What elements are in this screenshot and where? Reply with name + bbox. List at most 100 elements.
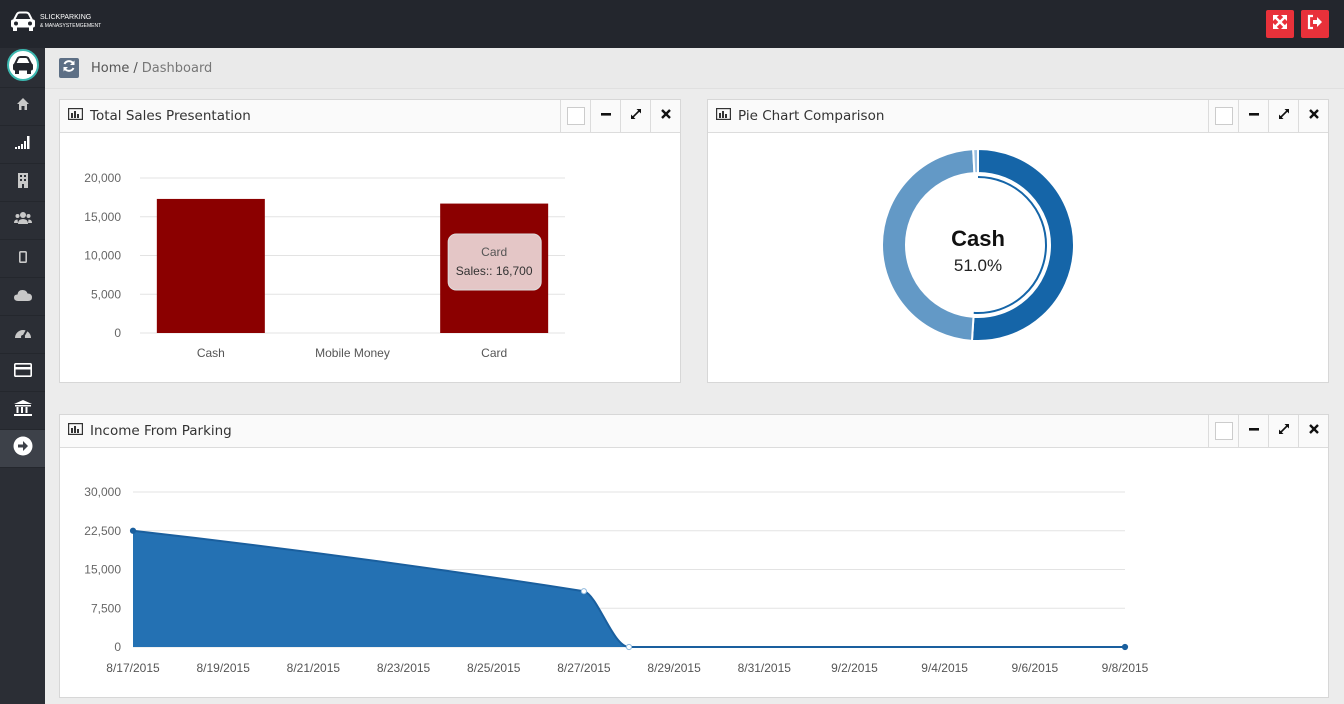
sidebar-item-cloud[interactable]: [0, 278, 45, 316]
sidebar-item-bank[interactable]: [0, 392, 45, 430]
panel-minimize-button[interactable]: [1238, 415, 1268, 447]
sales-bar-chart: 0 5,000 10,000 15,000 20,000 Cash Mobile Money…: [84, 171, 565, 360]
y-tick-label: 15,000: [84, 563, 121, 577]
x-tick-label: Mobile Money: [315, 346, 390, 360]
refresh-icon: [62, 59, 76, 78]
x-tick-label: 8/25/2015: [467, 661, 521, 675]
panel-expand-button[interactable]: [1268, 100, 1298, 132]
x-tick-label: 8/31/2015: [738, 661, 792, 675]
y-tick-label: 0: [114, 326, 121, 340]
sidebar-item-users[interactable]: [0, 202, 45, 240]
home-icon: [16, 97, 30, 116]
logout-icon: [1307, 14, 1323, 35]
sidebar: [0, 48, 45, 704]
app-subtitle: & MANASYSTEMGEMENT: [40, 23, 102, 29]
color-swatch: [566, 107, 585, 125]
app-logo[interactable]: SLICKPARKING & MANASYSTEMGEMENT: [10, 11, 101, 33]
pie-center-label: Cash: [951, 226, 1005, 251]
y-tick-label: 22,500: [84, 524, 121, 538]
x-tick-label: 8/17/2015: [106, 661, 160, 675]
panel-close-button[interactable]: [650, 100, 680, 132]
x-tick-label: Cash: [197, 346, 225, 360]
panel-minimize-button[interactable]: [590, 100, 620, 132]
car-logo-icon: [10, 11, 36, 33]
top-bar: SLICKPARKING & MANASYSTEMGEMENT: [0, 0, 1344, 48]
breadcrumb: Home / Dashboard: [91, 61, 212, 76]
panel-title: Pie Chart Comparison: [738, 108, 885, 124]
breadcrumb-separator: /: [133, 61, 138, 76]
x-tick-label: 9/8/2015: [1102, 661, 1149, 675]
refresh-button[interactable]: [59, 58, 79, 78]
expand-icon: [1278, 422, 1290, 440]
breadcrumb-home-link[interactable]: Home: [91, 61, 129, 76]
pie-slice: [972, 147, 979, 175]
building-icon: [17, 172, 29, 193]
y-tick-label: 7,500: [91, 601, 121, 615]
sidebar-item-home[interactable]: [0, 88, 45, 126]
x-tick-label: 8/27/2015: [557, 661, 611, 675]
app-name: SLICKPARKING: [40, 14, 92, 21]
bank-icon: [13, 400, 32, 421]
sidebar-item-mobile[interactable]: [0, 240, 45, 278]
minus-icon: [1248, 422, 1260, 440]
panel-expand-button[interactable]: [1268, 415, 1298, 447]
close-icon: [1308, 422, 1320, 440]
x-tick-label: 9/2/2015: [831, 661, 878, 675]
tooltip-title: Card: [481, 245, 507, 259]
x-tick-label: 9/4/2015: [921, 661, 968, 675]
x-tick-label: 8/21/2015: [287, 661, 341, 675]
breadcrumb-current: Dashboard: [141, 61, 213, 76]
x-tick-label: 9/6/2015: [1011, 661, 1058, 675]
panel-color-button[interactable]: [1208, 415, 1238, 447]
y-tick-label: 15,000: [84, 210, 121, 224]
breadcrumb-bar: Home / Dashboard: [45, 48, 1344, 89]
avatar-car-icon: [6, 49, 39, 86]
minus-icon: [600, 107, 612, 125]
panel-header: Income From Parking: [60, 415, 1328, 448]
sidebar-avatar[interactable]: [0, 48, 45, 88]
y-tick-label: 20,000: [84, 171, 121, 185]
chart-tooltip: CardSales:: 16,700: [447, 233, 542, 291]
sidebar-item-reports[interactable]: [0, 126, 45, 164]
color-swatch: [1214, 107, 1233, 125]
panel-color-button[interactable]: [560, 100, 590, 132]
users-icon: [13, 211, 32, 230]
x-tick-label: Card: [481, 346, 507, 360]
panel-close-button[interactable]: [1298, 100, 1328, 132]
pie-center-value: 51.0%: [954, 256, 1002, 275]
close-icon: [1308, 107, 1320, 125]
pie-panel: Pie Chart Comparison Cash 51.0%: [707, 99, 1329, 383]
y-tick-label: 5,000: [91, 287, 121, 301]
bar-chart-icon: [716, 108, 732, 124]
arrow-circle-right-icon: [13, 436, 33, 461]
data-point: [129, 527, 137, 534]
x-tick-label: 8/29/2015: [647, 661, 701, 675]
fullscreen-icon: [1272, 14, 1288, 35]
expand-icon: [1278, 107, 1290, 125]
sidebar-item-payments[interactable]: [0, 354, 45, 392]
x-tick-label: 8/19/2015: [196, 661, 250, 675]
logout-button[interactable]: [1301, 10, 1329, 38]
sidebar-item-dashboard[interactable]: [0, 316, 45, 354]
tooltip-value: Sales:: 16,700: [456, 264, 533, 278]
data-point: [580, 588, 588, 595]
panel-close-button[interactable]: [1298, 415, 1328, 447]
panel-title: Total Sales Presentation: [90, 108, 251, 124]
dashboard-gauge-icon: [14, 325, 32, 344]
sales-panel: Total Sales Presentation 0 5,000 10,000 15,…: [59, 99, 681, 383]
fullscreen-button[interactable]: [1266, 10, 1294, 38]
tooltip-box: [447, 233, 542, 291]
sidebar-item-next[interactable]: [0, 430, 45, 468]
panel-title: Income From Parking: [90, 423, 232, 439]
x-tick-label: 8/23/2015: [377, 661, 431, 675]
color-swatch: [1214, 422, 1233, 440]
bar-chart-icon: [68, 108, 84, 124]
panel-header: Pie Chart Comparison: [708, 100, 1328, 133]
panel-color-button[interactable]: [1208, 100, 1238, 132]
sidebar-item-buildings[interactable]: [0, 164, 45, 202]
y-tick-label: 30,000: [84, 485, 121, 499]
minus-icon: [1248, 107, 1260, 125]
data-point: [1121, 643, 1129, 651]
panel-minimize-button[interactable]: [1238, 100, 1268, 132]
panel-expand-button[interactable]: [620, 100, 650, 132]
